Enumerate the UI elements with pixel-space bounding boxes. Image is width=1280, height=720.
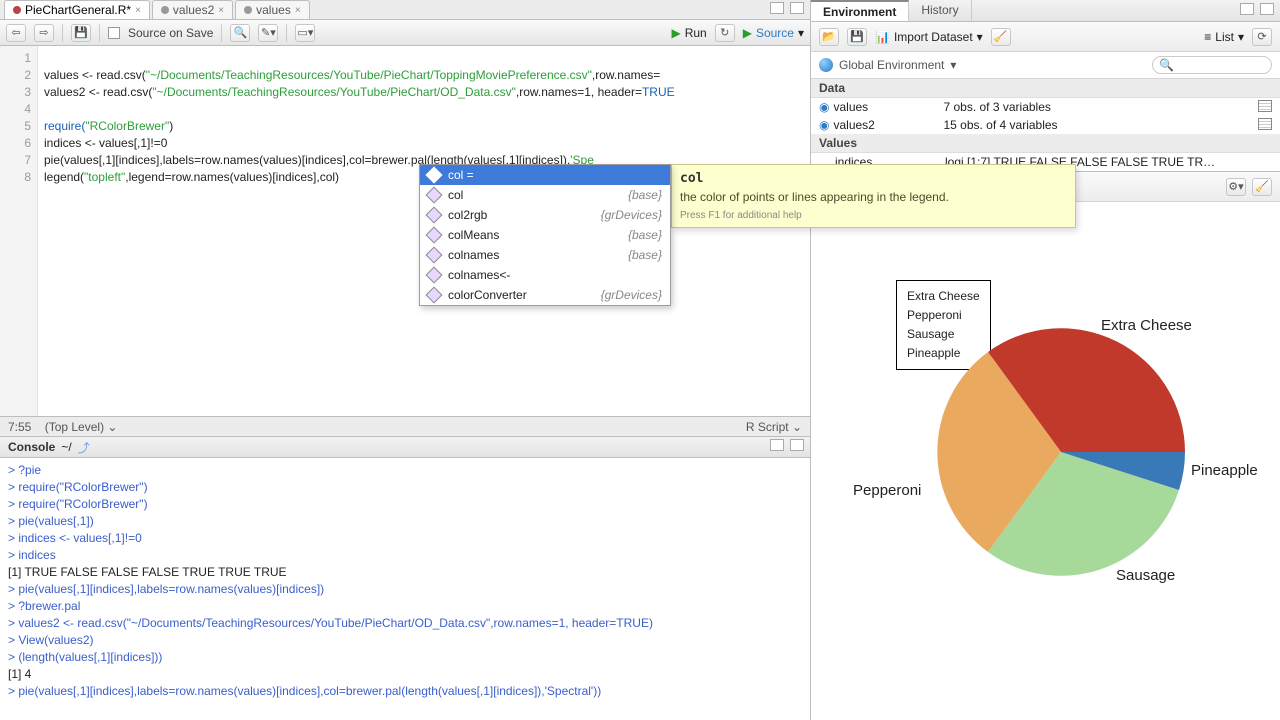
minimize-pane-icon[interactable] [1240, 3, 1254, 15]
forward-icon[interactable]: ⇨ [34, 24, 54, 42]
close-icon[interactable]: × [135, 5, 141, 16]
env-toolbar: 📂 💾 📊Import Dataset ▾ 🧹 ≡ List ▾ ⟳ [811, 22, 1280, 52]
env-row-values[interactable]: ◉values7 obs. of 3 variables [811, 98, 1280, 116]
ac-item[interactable]: colMeans{base} [420, 225, 670, 245]
import-dataset-button[interactable]: 📊Import Dataset ▾ [875, 30, 983, 44]
globe-icon [819, 58, 833, 72]
env-scope[interactable]: Global Environment ▾ 🔍 [811, 52, 1280, 79]
env-row-values2[interactable]: ◉values215 obs. of 4 variables [811, 116, 1280, 134]
save-icon[interactable]: 💾 [71, 24, 91, 42]
cursor-pos: 7:55 [8, 420, 31, 434]
ac-item[interactable]: col2rgb{grDevices} [420, 205, 670, 225]
console-body[interactable]: > ?pie > require("RColorBrewer") > requi… [0, 458, 810, 720]
report-icon[interactable]: ▭▾ [295, 24, 315, 42]
label-sausage: Sausage [1116, 567, 1175, 584]
line-gutter: 12345678 [0, 46, 38, 416]
maximize-pane-icon[interactable] [790, 2, 804, 14]
scope-selector[interactable]: (Top Level) [45, 420, 108, 434]
plot-clear-icon[interactable]: 🧹 [1252, 178, 1272, 196]
source-toolbar: ⇦ ⇨ 💾 Source on Save 🔍 ✎▾ ▭▾ ▶Run ↻ ▶Sou… [0, 20, 810, 46]
tab-values[interactable]: values× [235, 0, 310, 19]
wand-icon[interactable]: ✎▾ [258, 24, 278, 42]
autocomplete-popup[interactable]: col = col{base} col2rgb{grDevices} colMe… [419, 164, 671, 306]
refresh-icon[interactable]: ⟳ [1252, 28, 1272, 46]
plot-pane: ⚙▾ 🧹 Extra Cheese Pepperoni Sausage Pineapp… [811, 171, 1280, 720]
source-tabbar: PieChartGeneral.R*× values2× values× [0, 0, 810, 20]
maximize-pane-icon[interactable] [1260, 3, 1274, 15]
env-body: Data ◉values7 obs. of 3 variables ◉value… [811, 79, 1280, 171]
clear-env-icon[interactable]: 🧹 [991, 28, 1011, 46]
expand-icon: ◉ [819, 100, 829, 114]
ac-item[interactable]: col{base} [420, 185, 670, 205]
close-icon[interactable]: × [218, 5, 224, 16]
close-icon[interactable]: × [295, 5, 301, 16]
source-on-save-label: Source on Save [128, 26, 213, 40]
ac-item[interactable]: colnames<- [420, 265, 670, 285]
load-workspace-icon[interactable]: 📂 [819, 28, 839, 46]
lang-selector[interactable]: R Script ⌄ [746, 420, 802, 434]
console-popout-icon[interactable]: ⤴ [78, 439, 90, 456]
save-workspace-icon[interactable]: 💾 [847, 28, 867, 46]
ac-item[interactable]: colnames{base} [420, 245, 670, 265]
editor-statusbar: 7:55 (Top Level) ⌄ R Script ⌄ [0, 416, 810, 436]
view-mode-button[interactable]: ≡ List ▾ [1204, 30, 1244, 44]
label-extra-cheese: Extra Cheese [1101, 317, 1192, 334]
env-tabbar: Environment History [811, 0, 1280, 22]
plot-canvas: Extra CheesePepperoniSausagePineapple Ex… [811, 202, 1280, 720]
code-editor[interactable]: 12345678 values <- read.csv("~/Documents… [0, 46, 810, 416]
source-button[interactable]: ▶Source ▾ [743, 26, 804, 40]
env-search-input[interactable]: 🔍 [1152, 56, 1272, 74]
tab-environment[interactable]: Environment [811, 0, 909, 21]
console-header: Console ~/ ⤴ [0, 436, 810, 458]
expand-icon: ◉ [819, 118, 829, 132]
console-cwd: ~/ [61, 440, 71, 454]
tab-values2[interactable]: values2× [152, 0, 233, 19]
minimize-pane-icon[interactable] [770, 439, 784, 451]
find-icon[interactable]: 🔍 [230, 24, 250, 42]
label-pepperoni: Pepperoni [853, 482, 921, 499]
ac-item[interactable]: col = [420, 165, 670, 185]
source-on-save-checkbox[interactable] [108, 27, 120, 39]
param-icon [426, 167, 443, 184]
grid-icon[interactable] [1258, 118, 1272, 130]
run-button[interactable]: ▶Run [671, 26, 706, 40]
back-icon[interactable]: ⇦ [6, 24, 26, 42]
rerun-icon[interactable]: ↻ [715, 24, 735, 42]
autocomplete-tooltip: col the color of points or lines appeari… [671, 164, 1076, 228]
tab-piechart[interactable]: PieChartGeneral.R*× [4, 0, 150, 19]
ac-item[interactable]: colorConverter{grDevices} [420, 285, 670, 305]
label-pineapple: Pineapple [1191, 462, 1258, 479]
minimize-pane-icon[interactable] [770, 2, 784, 14]
plot-settings-icon[interactable]: ⚙▾ [1226, 178, 1246, 196]
pie-chart [931, 322, 1191, 582]
maximize-pane-icon[interactable] [790, 439, 804, 451]
grid-icon[interactable] [1258, 100, 1272, 112]
tab-history[interactable]: History [909, 0, 971, 21]
